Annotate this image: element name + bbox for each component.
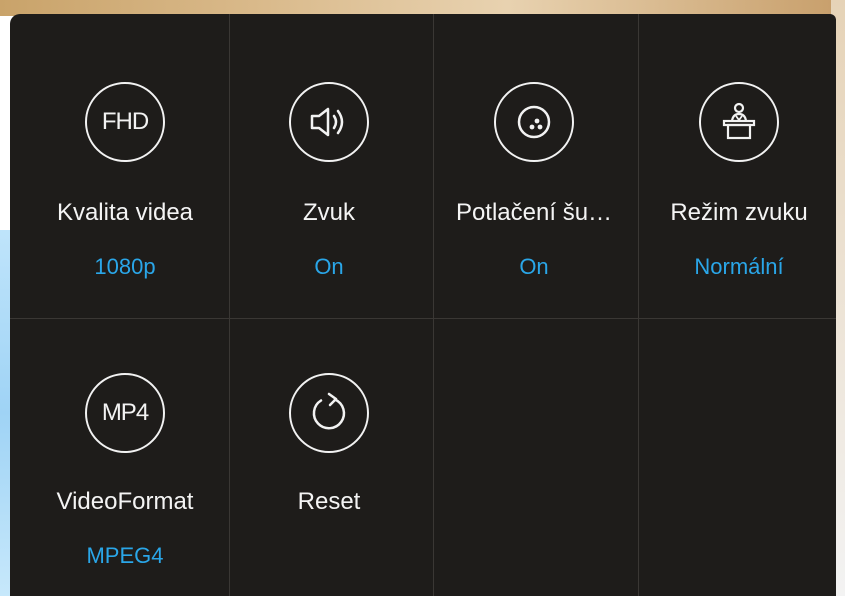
- tile-reset[interactable]: Reset: [226, 318, 432, 596]
- speaker-glyph: [310, 107, 344, 137]
- tile-value: Normální: [694, 254, 784, 279]
- tile-video-quality[interactable]: FHD Kvalita videa 1080p: [22, 26, 228, 318]
- reset-glyph: [312, 392, 346, 430]
- tile-noise-suppression[interactable]: Potlačení šu… On: [431, 26, 637, 318]
- mp4-icon: MP4: [85, 373, 165, 453]
- tile-value: On: [519, 254, 549, 279]
- noise-suppression-icon: [494, 82, 574, 162]
- tile-value: On: [314, 254, 344, 279]
- tile-label: Kvalita videa: [56, 199, 194, 226]
- tile-empty: [636, 318, 842, 596]
- tile-empty: [431, 318, 637, 596]
- noise-suppression-glyph: [517, 105, 551, 139]
- podium-speaker-icon: [699, 82, 779, 162]
- tile-label: Zvuk: [302, 199, 355, 226]
- tile-label: Režim zvuku: [670, 199, 808, 226]
- tile-sound-mode[interactable]: Režim zvuku Normální: [636, 26, 842, 318]
- podium-speaker-glyph: [722, 102, 756, 140]
- reset-icon: [289, 373, 369, 453]
- tile-label: Potlačení šu…: [455, 199, 613, 226]
- tile-label: Reset: [297, 488, 361, 515]
- speaker-icon: [289, 82, 369, 162]
- tile-video-format[interactable]: MP4 VideoFormat MPEG4: [22, 318, 228, 596]
- tile-label: VideoFormat: [56, 488, 194, 515]
- tile-value: MPEG4: [86, 543, 164, 568]
- tile-value: 1080p: [94, 254, 156, 279]
- screen: FHD Kvalita videa 1080p Zvuk On Potlačen…: [0, 0, 845, 596]
- tile-sound[interactable]: Zvuk On: [226, 26, 432, 318]
- fhd-icon: FHD: [85, 82, 165, 162]
